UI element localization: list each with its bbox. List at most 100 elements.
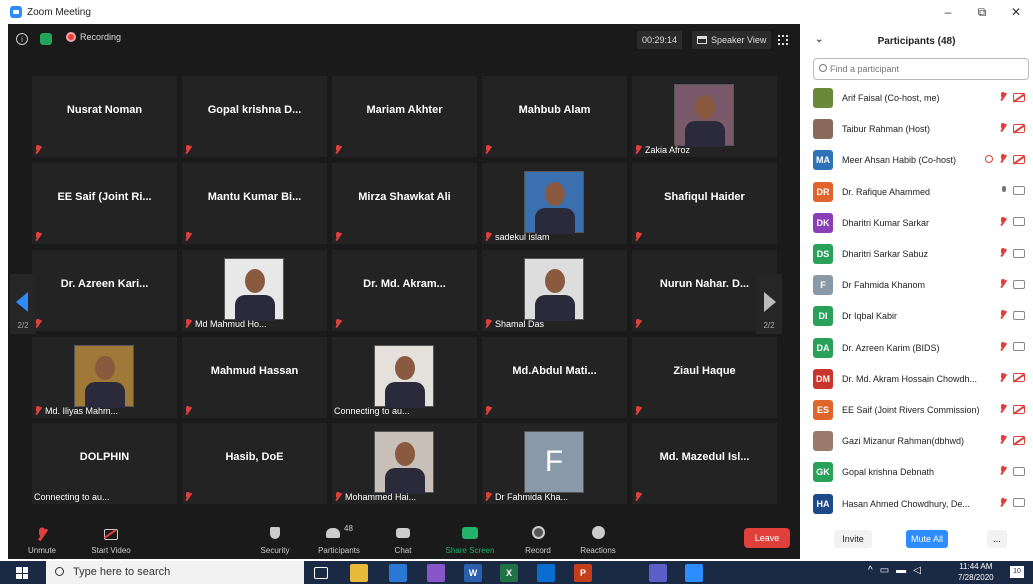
mic-muted-icon [999, 372, 1007, 383]
video-tile[interactable]: Md Mahmud Ho... [182, 250, 327, 331]
battery-icon[interactable]: ▬ [896, 565, 906, 576]
leave-button[interactable]: Leave [744, 528, 790, 548]
unmute-button[interactable]: Unmute [22, 526, 62, 555]
more-button[interactable]: ... [987, 530, 1007, 548]
reactions-button[interactable]: Reactions [574, 526, 622, 555]
participants-count: 48 [344, 524, 353, 533]
clock[interactable]: 11:44 AM 7/28/2020 [958, 561, 994, 583]
prev-page-button[interactable]: 2/2 [10, 274, 36, 334]
participant-label: Md Mahmud Ho... [195, 319, 267, 329]
participant-row[interactable]: HA Hasan Ahmed Chowdhury, De... [813, 492, 1029, 516]
network-icon[interactable]: ▭ [880, 565, 889, 576]
video-tile[interactable]: DOLPHIN Connecting to au... [32, 423, 177, 504]
record-dot-icon [66, 32, 76, 42]
recording-indicator[interactable]: Recording [66, 32, 121, 42]
participant-row[interactable]: GK Gopal krishna Debnath [813, 460, 1029, 484]
security-button[interactable]: Security [255, 526, 295, 555]
info-icon[interactable]: i [16, 33, 28, 45]
participant-row[interactable]: Arif Faisal (Co-host, me) [813, 86, 1029, 110]
video-tile[interactable]: Nusrat Noman [32, 76, 177, 157]
participant-name: Mirza Shawkat Ali [358, 191, 451, 203]
taskbar-search-input[interactable]: Type here to search [46, 561, 304, 584]
participant-row[interactable]: MA Meer Ahsan Habib (Co-host) [813, 148, 1029, 172]
outlook-icon[interactable] [537, 564, 555, 582]
chevron-down-icon[interactable]: ⌄ [815, 34, 823, 45]
participant-row[interactable]: F Dr Fahmida Khanom [813, 273, 1029, 297]
video-tile[interactable]: Md. Iliyas Mahm... [32, 337, 177, 418]
participant-row[interactable]: Gazi Mizanur Rahman(dbhwd) [813, 429, 1029, 453]
video-tile[interactable]: Md.Abdul Mati... [482, 337, 627, 418]
video-tile[interactable]: Shafiqul Haider [632, 163, 777, 244]
participant-row[interactable]: DA Dr. Azreen Karim (BIDS) [813, 336, 1029, 360]
video-tile[interactable]: Shamal Das [482, 250, 627, 331]
grid-icon [697, 36, 707, 44]
participant-row[interactable]: DM Dr. Md. Akram Hossain Chowdh... [813, 367, 1029, 391]
invite-button[interactable]: Invite [834, 530, 872, 548]
video-tile[interactable]: Zakia Afroz [632, 76, 777, 157]
paint-icon[interactable] [427, 564, 445, 582]
participant-name: Nusrat Noman [66, 104, 143, 116]
next-page-button[interactable]: 2/2 [756, 274, 782, 334]
edge-icon[interactable] [389, 564, 407, 582]
speaker-view-button[interactable]: Speaker View [692, 31, 772, 49]
shield-icon[interactable] [40, 33, 52, 45]
participants-button[interactable]: 48 Participants [314, 524, 364, 555]
mic-muted-icon [34, 406, 42, 416]
participant-row[interactable]: DR Dr. Rafique Ahammed [813, 180, 1029, 204]
video-tile[interactable]: F Dr Fahmida Kha... [482, 423, 627, 504]
tile-label [34, 145, 42, 155]
share-screen-button[interactable]: Share Screen [442, 526, 498, 555]
word-icon[interactable]: W [464, 564, 482, 582]
participant-search-input[interactable]: Find a participant [813, 58, 1029, 80]
participant-row[interactable]: Taibur Rahman (Host) [813, 117, 1029, 141]
participant-row[interactable]: DI Dr Iqbal Kabir [813, 304, 1029, 328]
participant-row[interactable]: DS Dharitri Sarkar Sabuz [813, 242, 1029, 266]
start-video-button[interactable]: Start Video [86, 526, 136, 555]
powerpoint-icon[interactable]: P [574, 564, 592, 582]
close-button[interactable]: ✕ [999, 5, 1033, 19]
video-tile[interactable]: Mohammed Hai... [332, 423, 477, 504]
video-tile[interactable]: Ziaul Haque [632, 337, 777, 418]
participants-footer: Invite Mute All ... [800, 526, 1033, 556]
windows-start-icon[interactable] [16, 567, 28, 579]
notification-center-icon[interactable]: 10 [1010, 566, 1024, 578]
video-tile[interactable]: Connecting to au... [332, 337, 477, 418]
chevron-up-icon[interactable]: ^ [868, 565, 873, 576]
participant-status [999, 466, 1025, 476]
participant-row[interactable]: ES EE Saif (Joint Rivers Commission) [813, 398, 1029, 422]
tile-label [634, 492, 642, 502]
meeting-topbar: i Recording 00:29:14 Speaker View [8, 24, 800, 54]
zoom-taskbar-icon[interactable] [685, 564, 703, 582]
participant-name: Gazi Mizanur Rahman(dbhwd) [842, 436, 965, 447]
volume-icon[interactable]: ◁ [913, 565, 921, 576]
participant-row[interactable]: DK Dharitri Kumar Sarkar [813, 211, 1029, 235]
video-tile[interactable]: Md. Mazedul Isl... [632, 423, 777, 504]
video-tile[interactable]: Mahmud Hassan [182, 337, 327, 418]
maximize-button[interactable]: ⧉ [965, 5, 999, 20]
video-tile[interactable]: Dr. Azreen Kari... [32, 250, 177, 331]
file-explorer-icon[interactable] [350, 564, 368, 582]
video-tile[interactable]: EE Saif (Joint Ri... [32, 163, 177, 244]
video-tile[interactable]: Mantu Kumar Bi... [182, 163, 327, 244]
minimize-button[interactable]: – [931, 5, 965, 19]
participant-status [999, 404, 1025, 414]
participant-name: Dr Iqbal Kabir [842, 311, 898, 322]
participant-name: Gopal krishna D... [207, 104, 302, 116]
excel-icon[interactable]: X [500, 564, 518, 582]
video-tile[interactable]: Mariam Akhter [332, 76, 477, 157]
video-tile[interactable]: Hasib, DoE [182, 423, 327, 504]
participant-label: Dr Fahmida Kha... [495, 492, 569, 502]
video-tile[interactable]: sadekul islam [482, 163, 627, 244]
video-tile[interactable]: Gopal krishna D... [182, 76, 327, 157]
chat-button[interactable]: Chat [388, 526, 418, 555]
video-tile[interactable]: Mahbub Alam [482, 76, 627, 157]
mute-all-button[interactable]: Mute All [906, 530, 948, 548]
video-tile[interactable]: Mirza Shawkat Ali [332, 163, 477, 244]
task-view-icon[interactable] [314, 567, 328, 579]
teams-icon[interactable] [649, 564, 667, 582]
record-button[interactable]: Record [518, 526, 558, 555]
video-icon [1013, 498, 1025, 508]
video-tile[interactable]: Dr. Md. Akram... [332, 250, 477, 331]
fullscreen-icon[interactable] [778, 35, 788, 45]
mic-muted-icon [184, 492, 192, 502]
